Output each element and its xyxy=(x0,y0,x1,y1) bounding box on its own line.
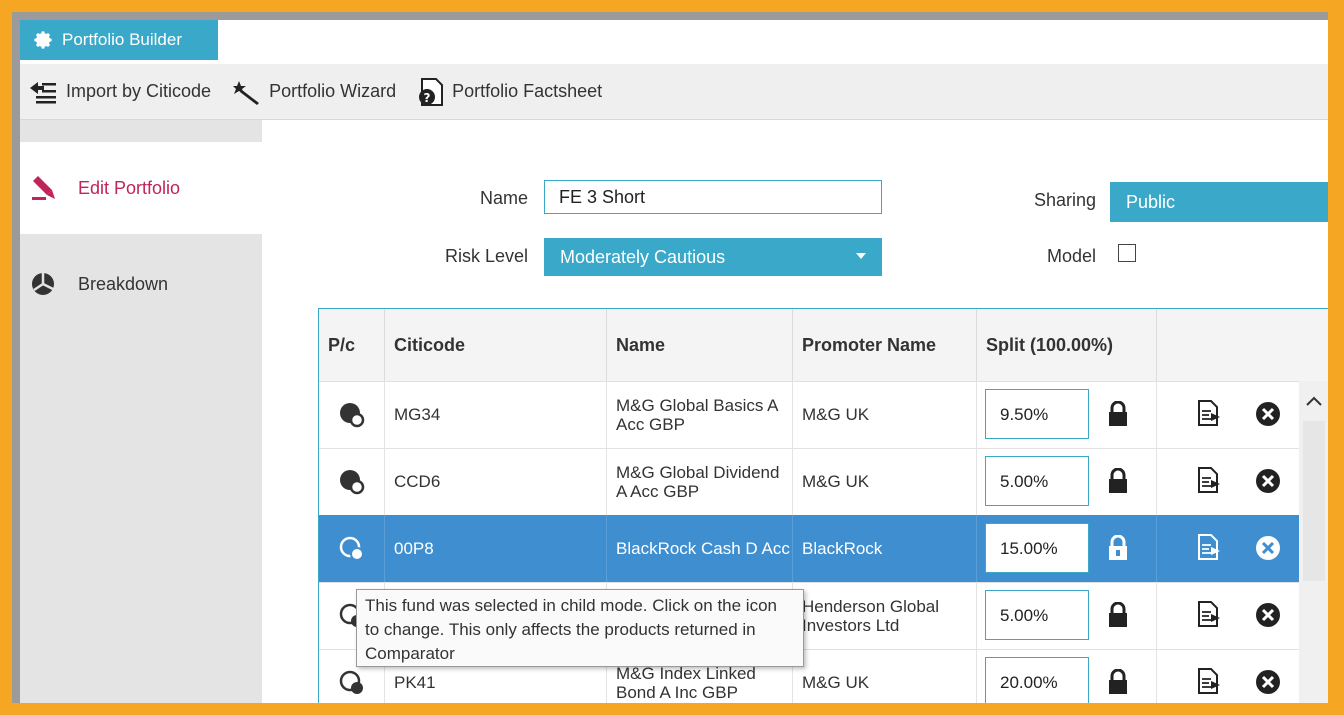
lock-icon[interactable] xyxy=(1107,535,1129,561)
name-label: Name xyxy=(479,188,528,208)
column-header-pc[interactable]: P/c xyxy=(319,309,385,381)
sharing-select[interactable]: Public xyxy=(1110,182,1328,222)
promoter-cell: BlackRock xyxy=(793,515,977,582)
lock-icon[interactable] xyxy=(1107,468,1129,494)
sharing-label: Sharing xyxy=(1033,190,1096,210)
fund-name-cell: BlackRock Cash D Acc xyxy=(607,515,793,582)
parent-mode-icon xyxy=(339,469,364,494)
sidebar-spacer xyxy=(20,120,262,138)
remove-icon[interactable] xyxy=(1255,669,1281,695)
risk-level-label: Risk Level xyxy=(444,246,528,266)
factsheet-icon[interactable] xyxy=(1197,399,1221,427)
pie-chart-icon xyxy=(32,273,54,295)
lock-icon[interactable] xyxy=(1107,602,1129,628)
split-cell: 20.00% xyxy=(977,649,1157,703)
parent-mode-toggle[interactable] xyxy=(319,448,385,515)
factsheet-icon[interactable] xyxy=(1197,466,1221,494)
sidebar-item-edit-portfolio[interactable]: Edit Portfolio xyxy=(20,142,262,234)
citicode-cell: MG34 xyxy=(385,381,607,448)
child-mode-tooltip: This fund was selected in child mode. Cl… xyxy=(356,589,804,667)
column-header-actions xyxy=(1157,309,1328,381)
import-label: Import by Citicode xyxy=(66,81,212,101)
split-cell: 15.00% xyxy=(977,515,1157,582)
split-cell: 9.50% xyxy=(977,381,1157,448)
column-header-split[interactable]: Split (100.00%) xyxy=(977,309,1157,381)
table-row[interactable]: CCD6 M&G Global Dividend A Acc GBP M&G U… xyxy=(319,448,1299,516)
table-scrollbar[interactable] xyxy=(1299,381,1328,703)
split-input[interactable]: 20.00% xyxy=(985,657,1089,703)
sidebar: Edit Portfolio Breakdown xyxy=(20,120,262,703)
lock-icon[interactable] xyxy=(1107,669,1129,695)
sharing-value: Public xyxy=(1126,191,1176,212)
promoter-cell: M&G UK xyxy=(793,649,977,703)
factsheet-icon[interactable] xyxy=(1197,667,1221,695)
remove-icon[interactable] xyxy=(1255,602,1281,628)
scrollbar-thumb[interactable] xyxy=(1303,421,1325,581)
portfolio-factsheet-button[interactable]: ? Portfolio Factsheet xyxy=(418,77,602,107)
gear-icon xyxy=(34,31,52,49)
promoter-cell: M&G UK xyxy=(793,381,977,448)
child-mode-toggle[interactable] xyxy=(319,515,385,582)
split-input[interactable]: 15.00% xyxy=(985,523,1089,573)
citicode-cell: 00P8 xyxy=(385,515,607,582)
sidebar-item-label: Edit Portfolio xyxy=(78,177,181,198)
promoter-cell: Henderson Global Investors Ltd xyxy=(793,582,977,649)
split-cell: 5.00% xyxy=(977,448,1157,515)
import-by-citicode-button[interactable]: Import by Citicode xyxy=(28,80,211,104)
remove-icon[interactable] xyxy=(1255,401,1281,427)
magic-wand-icon xyxy=(233,80,260,105)
name-input[interactable]: FE 3 Short xyxy=(544,180,882,214)
app-title: Portfolio Builder xyxy=(62,30,183,49)
fund-name-cell: M&G Global Basics A Acc GBP xyxy=(607,381,793,448)
sidebar-item-label: Breakdown xyxy=(78,273,169,294)
actions-cell xyxy=(1157,448,1299,515)
remove-icon[interactable] xyxy=(1255,535,1281,561)
actions-cell xyxy=(1157,515,1299,582)
promoter-cell: M&G UK xyxy=(793,448,977,515)
wizard-label: Portfolio Wizard xyxy=(269,81,397,101)
factsheet-label: Portfolio Factsheet xyxy=(452,81,603,101)
column-header-citicode[interactable]: Citicode xyxy=(385,309,607,381)
pencil-icon xyxy=(32,176,55,200)
chevron-down-icon xyxy=(856,253,866,259)
portfolio-wizard-button[interactable]: Portfolio Wizard xyxy=(233,79,396,105)
split-cell: 5.00% xyxy=(977,582,1157,649)
split-input[interactable]: 5.00% xyxy=(985,456,1089,506)
remove-icon[interactable] xyxy=(1255,468,1281,494)
factsheet-doc-icon: ? xyxy=(419,77,444,106)
table-row-selected[interactable]: 00P8 BlackRock Cash D Acc BlackRock 15.0… xyxy=(319,515,1299,583)
risk-level-value: Moderately Cautious xyxy=(560,246,726,267)
split-input[interactable]: 9.50% xyxy=(985,389,1089,439)
fund-name-cell: M&G Global Dividend A Acc GBP xyxy=(607,448,793,515)
child-mode-icon xyxy=(339,536,364,561)
column-header-promoter[interactable]: Promoter Name xyxy=(793,309,977,381)
model-checkbox[interactable] xyxy=(1118,244,1136,262)
child-mode-icon xyxy=(339,670,363,694)
toolbar: Import by Citicode Portfolio Wizard ? Po… xyxy=(20,64,1328,120)
sidebar-item-breakdown[interactable]: Breakdown xyxy=(20,238,262,330)
table-row[interactable]: MG34 M&G Global Basics A Acc GBP M&G UK … xyxy=(319,381,1299,449)
title-tab[interactable]: Portfolio Builder xyxy=(20,20,218,60)
import-list-icon xyxy=(30,81,56,103)
split-input[interactable]: 5.00% xyxy=(985,590,1089,640)
citicode-cell: CCD6 xyxy=(385,448,607,515)
risk-level-select[interactable]: Moderately Cautious xyxy=(544,238,882,276)
actions-cell xyxy=(1157,649,1299,703)
parent-mode-toggle[interactable] xyxy=(319,381,385,448)
actions-cell xyxy=(1157,381,1299,448)
actions-cell xyxy=(1157,582,1299,649)
factsheet-icon[interactable] xyxy=(1197,600,1221,628)
factsheet-icon[interactable] xyxy=(1197,533,1221,561)
column-header-name[interactable]: Name xyxy=(607,309,793,381)
lock-icon[interactable] xyxy=(1107,401,1129,427)
svg-text:?: ? xyxy=(424,91,431,105)
model-label: Model xyxy=(1046,246,1096,266)
chevron-up-icon[interactable] xyxy=(1305,395,1323,407)
table-header: P/c Citicode Name Promoter Name Split (1… xyxy=(319,309,1328,382)
parent-mode-icon xyxy=(339,402,364,427)
